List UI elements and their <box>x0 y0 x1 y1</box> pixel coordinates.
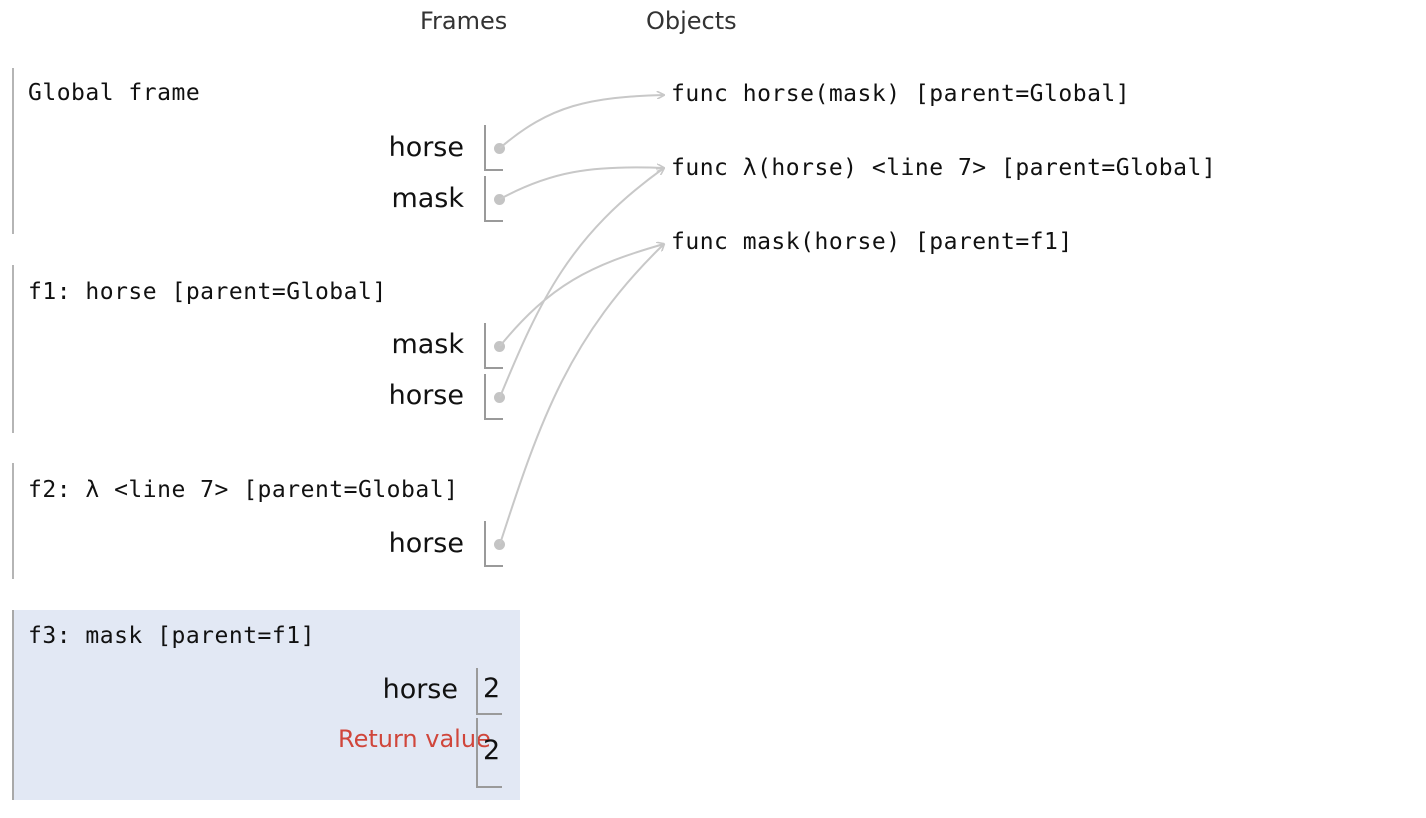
return-value-label: Return value <box>338 725 491 753</box>
pointer-dot <box>494 194 505 205</box>
frame-title: f1: horse [parent=Global] <box>28 279 387 305</box>
arrow-f2-horse <box>499 244 664 545</box>
arrow-global-mask <box>499 167 664 200</box>
f2-frame: f2: λ <line 7> [parent=Global] horse <box>12 463 520 579</box>
pointer-dot <box>494 143 505 154</box>
arrow-global-horse <box>499 95 664 149</box>
pointer-slot <box>484 323 505 369</box>
pointer-slot <box>484 176 505 222</box>
var-name: horse <box>388 528 464 559</box>
f1-frame: f1: horse [parent=Global] mask horse <box>12 265 520 433</box>
function-object-mask: func mask(horse) [parent=f1] <box>671 229 1073 255</box>
function-object-horse: func horse(mask) [parent=Global] <box>671 81 1131 107</box>
frame-title: f3: mask [parent=f1] <box>28 623 315 649</box>
var-name: mask <box>391 183 464 214</box>
frame-title: f2: λ <line 7> [parent=Global] <box>28 477 459 503</box>
arrow-f1-horse <box>499 168 664 398</box>
var-name: horse <box>382 674 458 705</box>
frame-title: Global frame <box>28 80 201 106</box>
var-name: horse <box>388 380 464 411</box>
function-object-lambda: func λ(horse) <line 7> [parent=Global] <box>671 155 1217 181</box>
pointer-slot <box>484 125 505 171</box>
f3-frame: f3: mask [parent=f1] horse 2 Return valu… <box>12 610 520 800</box>
var-name: mask <box>391 329 464 360</box>
arrow-f1-mask <box>499 244 664 347</box>
return-value-slot: 2 <box>476 718 502 788</box>
pointer-slot <box>484 374 505 420</box>
return-value: 2 <box>483 735 501 766</box>
pointer-dot <box>494 539 505 550</box>
objects-header: Objects <box>646 7 737 35</box>
pointer-dot <box>494 341 505 352</box>
var-name: horse <box>388 132 464 163</box>
pointer-slot <box>484 521 505 567</box>
value-slot: 2 <box>476 668 502 715</box>
pointer-dot <box>494 392 505 403</box>
frames-header: Frames <box>420 7 508 35</box>
var-value: 2 <box>483 673 501 704</box>
global-frame: Global frame horse mask <box>12 68 520 234</box>
